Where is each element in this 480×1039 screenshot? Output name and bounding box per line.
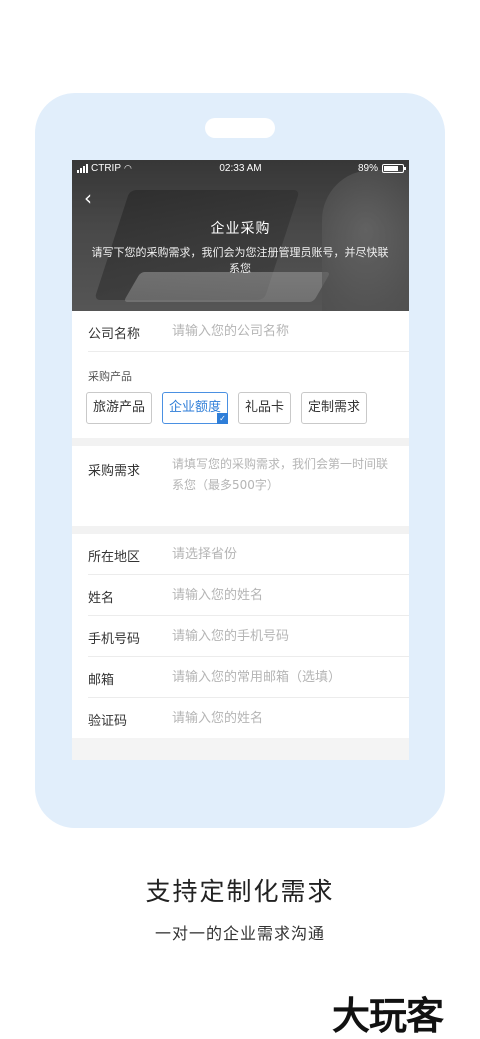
caption-title: 支持定制化需求: [145, 877, 335, 906]
captcha-label: 验证码: [88, 714, 128, 729]
section-gap: [72, 526, 409, 534]
page-description: 请写下您的采购需求，我们会为您注册管理员账号，并尽快联系您: [91, 246, 389, 275]
back-chevron-icon[interactable]: ‹: [84, 186, 104, 210]
battery-percent: 89%: [357, 163, 378, 174]
region-select[interactable]: [172, 544, 399, 564]
divider: [88, 351, 409, 352]
phone-row: 手机号码: [72, 616, 409, 656]
name-input[interactable]: [172, 585, 399, 605]
requirement-label: 采购需求: [88, 464, 141, 479]
name-label: 姓名: [88, 591, 115, 606]
chip-travel-products[interactable]: 旅游产品: [86, 392, 153, 424]
phone-input[interactable]: [172, 626, 399, 646]
battery-icon: [382, 164, 406, 173]
company-label: 公司名称: [88, 327, 141, 342]
email-label: 邮箱: [88, 673, 115, 688]
chip-enterprise-quota[interactable]: 企业额度 ✓: [162, 392, 229, 424]
chip-gift-card[interactable]: 礼品卡: [238, 392, 292, 424]
chip-label: 定制需求: [308, 400, 361, 415]
chip-label: 企业额度: [169, 400, 222, 415]
email-row: 邮箱: [72, 657, 409, 697]
captcha-row: 验证码: [72, 698, 409, 738]
header-banner: CTRIP ◠ 02:33 AM 89% ‹ 企业采购 请写下您的采购需求，我们…: [72, 160, 409, 311]
chip-custom-demand[interactable]: 定制需求: [301, 392, 368, 424]
region-row[interactable]: 所在地区: [72, 534, 409, 574]
page-title: 企业采购: [210, 221, 271, 237]
name-row: 姓名: [72, 575, 409, 615]
caption-subtitle: 一对一的企业需求沟通: [154, 924, 325, 943]
footer-note: [72, 738, 409, 760]
chip-label: 礼品卡: [245, 400, 285, 415]
app-screen: CTRIP ◠ 02:33 AM 89% ‹ 企业采购 请写下您的采购需求，我们…: [72, 160, 409, 760]
company-row: 公司名称: [72, 311, 409, 351]
phone-speaker: [205, 118, 275, 138]
requirement-textarea[interactable]: [172, 454, 397, 504]
status-right: 89%: [357, 163, 406, 174]
phone-label: 手机号码: [88, 632, 141, 647]
check-icon: ✓: [217, 413, 229, 424]
products-label: 采购产品: [88, 370, 132, 383]
captcha-input[interactable]: [172, 708, 399, 728]
region-label: 所在地区: [88, 550, 141, 565]
email-input[interactable]: [172, 667, 399, 687]
watermark-logo: 大玩客: [332, 993, 444, 1038]
products-chips: 旅游产品 企业额度 ✓ 礼品卡 定制需求: [86, 392, 368, 424]
status-bar: CTRIP ◠ 02:33 AM 89%: [72, 160, 409, 178]
company-input[interactable]: [172, 321, 399, 341]
chip-label: 旅游产品: [93, 400, 146, 415]
section-gap: [72, 438, 409, 446]
